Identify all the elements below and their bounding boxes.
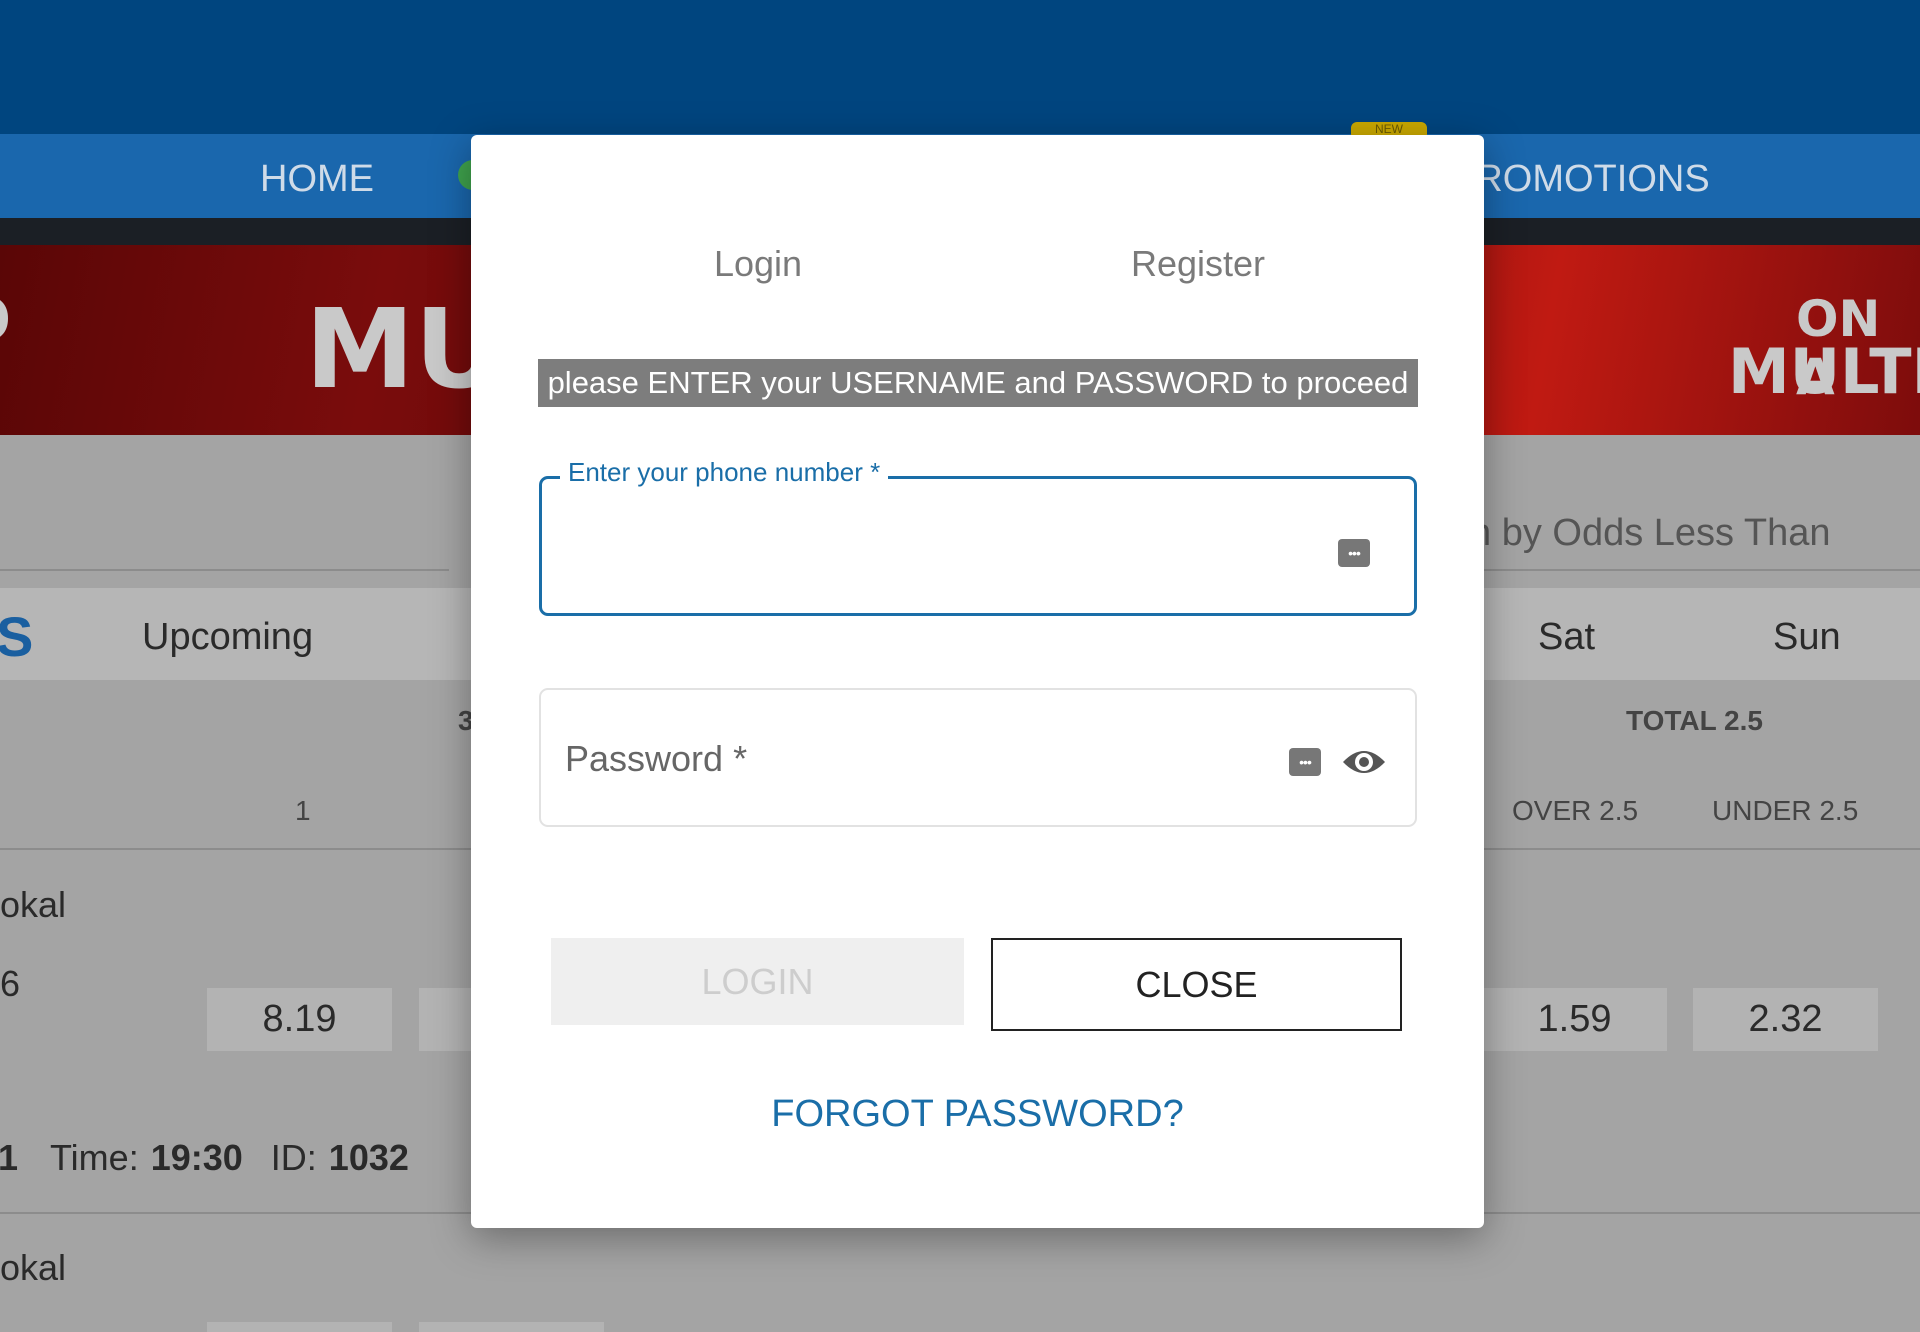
phone-field-label: Enter your phone number * <box>560 457 889 488</box>
password-manager-icon[interactable]: ••• <box>1338 539 1370 567</box>
phone-number-field[interactable]: Enter your phone number * ••• <box>539 457 1417 616</box>
divider <box>0 569 449 571</box>
eye-icon[interactable] <box>1341 744 1387 780</box>
phone-input[interactable] <box>562 519 1322 569</box>
odd-button[interactable]: 2.32 <box>1693 988 1878 1051</box>
password-manager-icon[interactable]: ••• <box>1289 748 1321 776</box>
market-header-total: TOTAL 2.5 <box>1626 705 1763 736</box>
col-header-over: OVER 2.5 <box>1512 795 1639 826</box>
login-modal: Login Register please ENTER your USERNAM… <box>471 135 1484 1228</box>
odd-button[interactable]: 1.59 <box>1482 988 1667 1051</box>
odds-filter-label[interactable]: n by Odds Less Than <box>1470 512 1831 555</box>
password-field[interactable]: Password * ••• <box>539 688 1417 827</box>
password-placeholder: Password * <box>565 738 748 779</box>
banner-text: O <box>0 285 11 355</box>
league-name: Pokal <box>0 1247 67 1288</box>
tab-login[interactable]: Login <box>714 243 802 285</box>
forgot-password-link[interactable]: FORGOT PASSWORD? <box>471 1093 1484 1136</box>
col-header-under: UNDER 2.5 <box>1712 795 1859 826</box>
odd-button[interactable]: 8.19 <box>207 988 392 1051</box>
info-message: please ENTER your USERNAME and PASSWORD … <box>538 359 1418 407</box>
day-tab-sat[interactable]: Sat <box>1538 616 1595 659</box>
odd-button[interactable] <box>419 1322 604 1332</box>
match-time: 19:30 <box>150 1137 243 1178</box>
tab-register[interactable]: Register <box>1131 243 1265 285</box>
banner-text: MULTI <box>1728 335 1920 408</box>
login-button[interactable]: LOGIN <box>551 938 964 1025</box>
match-number: 1 <box>0 1137 19 1178</box>
odd-button[interactable] <box>207 1322 392 1332</box>
match-id: 1032 <box>328 1137 409 1178</box>
day-tab-upcoming[interactable]: Upcoming <box>142 616 313 659</box>
col-header-1: 1 <box>295 795 311 826</box>
match-code: 06 <box>0 963 21 1004</box>
league-name: Pokal <box>0 884 67 925</box>
divider <box>1484 569 1920 571</box>
nav-promotions[interactable]: PROMOTIONS <box>1450 158 1710 201</box>
day-tab-active[interactable]: S <box>0 604 33 669</box>
close-button[interactable]: CLOSE <box>991 938 1402 1031</box>
top-header <box>0 0 1920 134</box>
time-label: Time: <box>50 1137 139 1178</box>
match-info: 1 Time: 19:30 ID: 1032 <box>0 1137 409 1179</box>
nav-home[interactable]: HOME <box>260 158 374 201</box>
day-tab-sun[interactable]: Sun <box>1773 616 1841 659</box>
id-label: ID: <box>270 1137 317 1178</box>
